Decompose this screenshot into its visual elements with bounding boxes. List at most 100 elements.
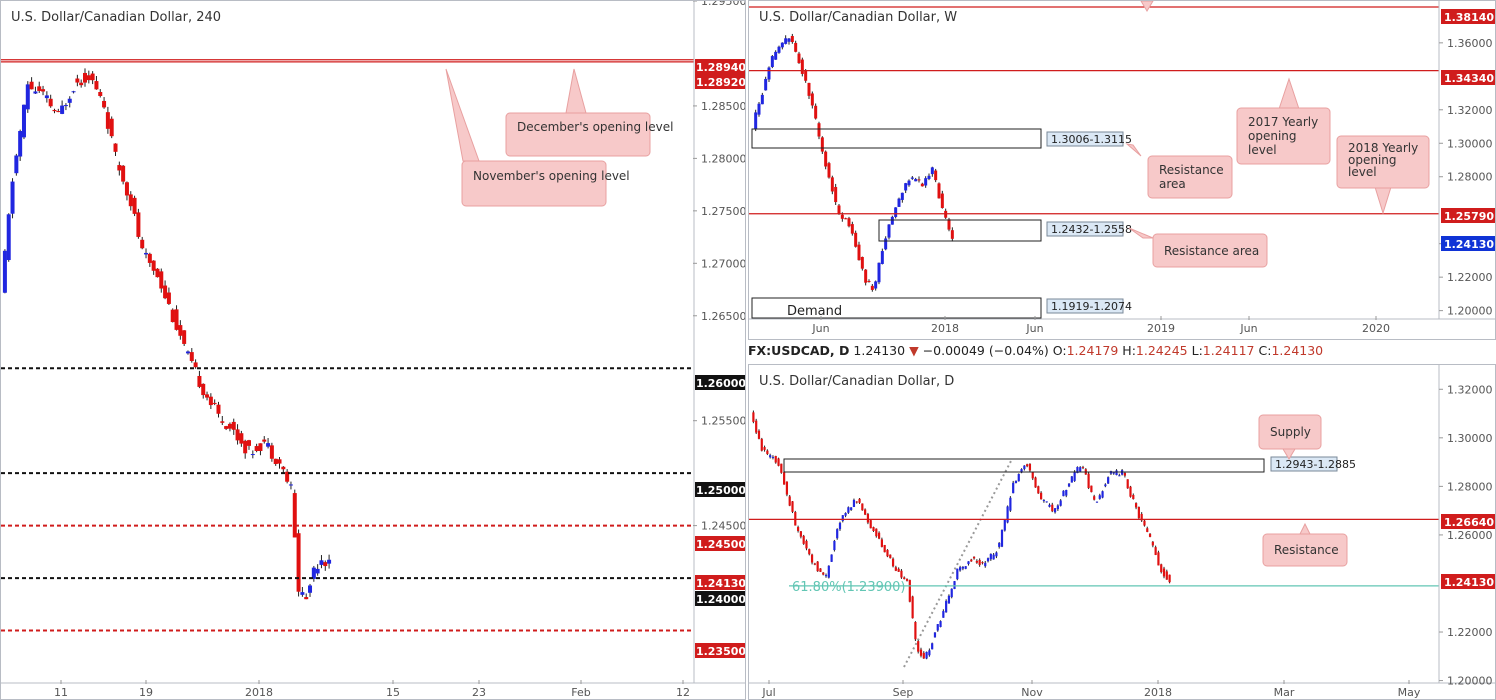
x-tick-label: 19 — [139, 686, 153, 699]
candle-body — [1065, 489, 1068, 496]
candle-body — [1073, 471, 1076, 481]
candle-body — [1104, 484, 1107, 487]
daily-chart-panel[interactable]: 1.2943-1.2885 61.80%(1.23900) 1.32000 1.3… — [748, 364, 1496, 700]
candle-body — [755, 420, 758, 433]
candle-body — [1143, 520, 1146, 526]
december-note-text: December's opening level — [517, 120, 673, 134]
candle-body — [785, 481, 789, 495]
candle-body — [804, 70, 808, 81]
candle-body — [1087, 473, 1090, 489]
candle-body — [1014, 480, 1018, 484]
candle-body — [940, 193, 944, 208]
candle-body — [917, 641, 920, 652]
candle-body — [953, 581, 956, 590]
november-note-text: November's opening level — [473, 169, 630, 183]
candle-body — [1040, 492, 1043, 500]
candle-body — [1048, 504, 1051, 507]
candle-body — [327, 559, 332, 564]
candle-body — [113, 143, 118, 152]
candle-body — [1101, 491, 1104, 498]
candle-body — [764, 78, 768, 91]
candle-body — [822, 572, 825, 575]
candle-body — [914, 179, 918, 182]
price-tag-label: 1.24130 — [1444, 576, 1494, 589]
candle-body — [950, 230, 954, 239]
candle-body — [14, 155, 19, 174]
candle-body — [1093, 496, 1096, 500]
candle-body — [959, 567, 962, 571]
candle-body — [1168, 574, 1171, 583]
candle-body — [834, 186, 838, 203]
info-open: 1.24179 — [1066, 343, 1119, 358]
y-tick-label: 1.32000 — [1447, 383, 1493, 396]
candle-body — [864, 269, 868, 283]
price-tag-label: 1.25790 — [1444, 210, 1494, 223]
december-note-pointer — [565, 68, 587, 114]
candle-body — [760, 94, 764, 105]
price-tag-label: 1.23500 — [696, 645, 746, 658]
candle-body — [905, 578, 909, 581]
candle-body — [780, 463, 783, 473]
h4-chart-panel[interactable]: 1.29500 1.28500 1.28000 1.27500 1.27000 1.265… — [0, 0, 746, 700]
candle-body — [869, 520, 872, 529]
x-tick-label: Jul — [761, 686, 775, 699]
candle-body — [25, 84, 30, 110]
candle-body — [970, 559, 973, 562]
candle-body — [886, 549, 889, 557]
candle-body — [788, 496, 791, 506]
candle-body — [1042, 500, 1046, 502]
candle-body — [308, 585, 313, 593]
candle-body — [75, 78, 80, 83]
weekly-chart-panel[interactable]: Demand 1.3006-1.3115 1.2432-1.2558 1.1919-… — [748, 0, 1496, 340]
candle-body — [33, 91, 38, 94]
candle-body — [810, 554, 814, 563]
candle-body — [911, 596, 914, 619]
candle-body — [281, 466, 286, 470]
candle-body — [1045, 501, 1048, 503]
candle-body — [805, 540, 808, 549]
candle-body — [1051, 504, 1054, 512]
candle-body — [304, 597, 309, 600]
h4-chart-title: U.S. Dollar/Canadian Dollar, 240 — [11, 10, 222, 25]
candle-body — [1034, 477, 1037, 488]
candle-body — [224, 426, 229, 429]
candle-body — [894, 207, 898, 217]
candle-body — [163, 285, 168, 299]
candle-body — [48, 98, 53, 107]
y-tick-label: 1.22000 — [1447, 626, 1493, 639]
candle-body — [1070, 476, 1073, 483]
candle-body — [796, 527, 800, 531]
candle-body — [1028, 463, 1032, 471]
price-tag-label: 1.25000 — [696, 484, 746, 497]
candle-body — [866, 513, 870, 523]
candle-body — [777, 46, 781, 53]
candle-body — [827, 565, 830, 578]
candle-body — [258, 443, 263, 452]
candle-body — [883, 544, 886, 553]
candle-body — [300, 592, 305, 595]
weekly-resistance-zone-1 — [751, 128, 1042, 149]
info-high-label: H: — [1122, 343, 1136, 358]
candle-body — [102, 100, 107, 108]
candle-body — [861, 503, 864, 511]
candle-body — [897, 198, 901, 207]
info-low: 1.24117 — [1202, 343, 1255, 358]
candle-body — [128, 194, 133, 207]
info-price: 1.24130 — [853, 343, 906, 358]
candle-body — [37, 86, 42, 91]
candle-body — [770, 56, 774, 67]
candle-body — [239, 433, 244, 444]
candle-body — [1129, 486, 1132, 497]
candle-body — [1165, 571, 1168, 580]
candle-body — [802, 535, 805, 544]
candle-body — [1012, 482, 1015, 494]
candle-body — [10, 181, 15, 214]
price-tag-label: 1.24000 — [696, 593, 746, 606]
candle-body — [1123, 472, 1127, 476]
d-resistance-text: Resistance — [1274, 543, 1339, 557]
candle-body — [830, 554, 833, 562]
candle-body — [907, 180, 911, 186]
candle-body — [817, 123, 821, 137]
daily-fib-label: 61.80%(1.23900) — [792, 580, 905, 595]
candle-body — [799, 531, 802, 537]
